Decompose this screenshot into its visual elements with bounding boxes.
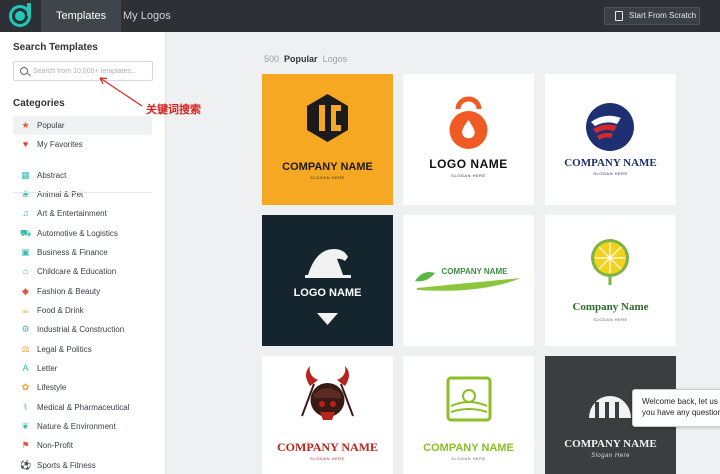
chat-line-1: Welcome back, let us k — [642, 397, 720, 406]
template-title: COMPANY NAME — [277, 440, 378, 454]
template-card-7[interactable]: COMPANY NAME SLOGAN HERE — [262, 356, 393, 474]
template-subtitle: SLOGAN HERE — [593, 171, 628, 176]
template-subtitle: SLOGAN HERE — [451, 456, 486, 461]
template-title: COMPANY NAME — [423, 442, 514, 454]
template-title: LOGO NAME — [293, 287, 362, 299]
template-card-3[interactable]: COMPANY NAME SLOGAN HERE — [545, 74, 676, 205]
template-card-2[interactable]: LOGO NAME SLOGAN HERE — [403, 74, 534, 205]
chat-line-2: you have any question — [642, 408, 720, 417]
template-card-1[interactable]: COMPANY NAME SLOGAN HERE — [262, 74, 393, 205]
template-card-8[interactable]: COMPANY NAME SLOGAN HERE — [403, 356, 534, 474]
lemon-slice-icon — [591, 239, 629, 285]
hexagon-logo-icon — [307, 94, 348, 142]
template-subtitle: Slogan Here — [591, 453, 630, 459]
template-title: COMPANY NAME — [564, 157, 657, 169]
leaf-swoosh-icon — [415, 272, 521, 291]
template-subtitle: SLOGAN HERE — [310, 175, 345, 180]
template-card-5[interactable]: COMPANY NAME — [403, 215, 534, 346]
template-title: COMPANY NAME — [282, 161, 373, 173]
template-title: COMPANY NAME — [441, 267, 508, 276]
chat-popup[interactable]: Welcome back, let us k you have any ques… — [632, 389, 720, 427]
template-subtitle: SLOGAN HERE — [310, 456, 345, 461]
polar-bear-icon — [305, 249, 351, 325]
template-title: LOGO NAME — [429, 157, 508, 171]
eagle-emblem-icon — [586, 103, 634, 151]
kettlebell-flame-icon — [449, 96, 488, 149]
template-card-4[interactable]: LOGO NAME — [262, 215, 393, 346]
section-heading-title: Popular — [284, 54, 318, 64]
template-title: COMPANY NAME — [564, 438, 657, 450]
template-title: Company Name — [572, 301, 649, 313]
template-card-6[interactable]: Company Name SLOGAN HERE — [545, 215, 676, 346]
template-subtitle: SLOGAN HERE — [451, 173, 486, 178]
template-subtitle: SLOGAN HERE — [593, 317, 628, 322]
section-heading-suffix: Logos — [322, 54, 348, 64]
logo-count: 500 — [264, 54, 280, 64]
section-heading: 500 Popular Logos — [264, 54, 347, 64]
annotation-label: 关键词搜索 — [146, 103, 201, 116]
